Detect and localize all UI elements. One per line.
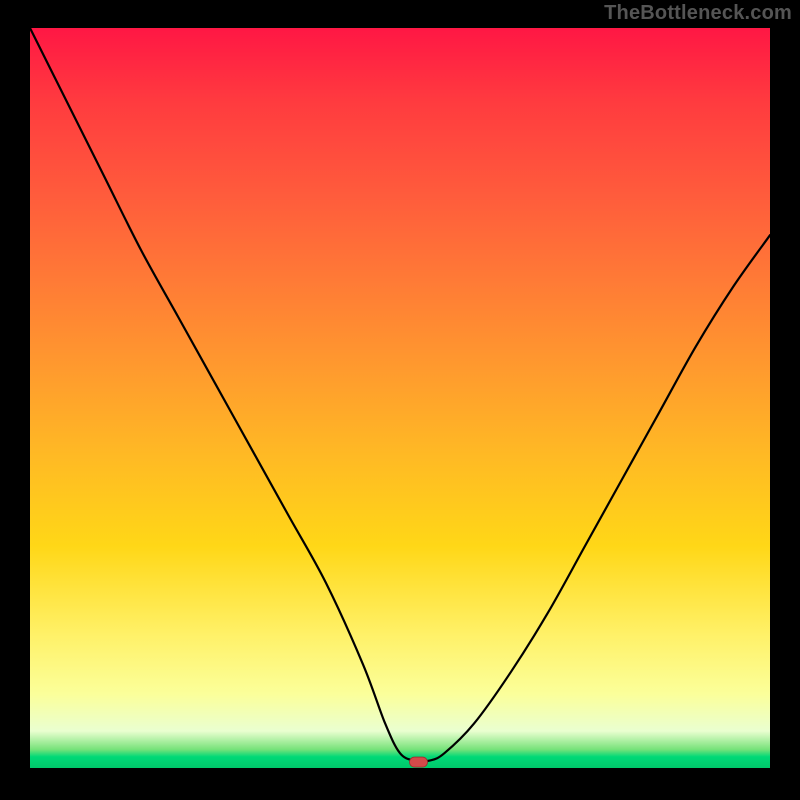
plot-area [30,28,770,768]
curve-svg [30,28,770,768]
chart-frame: TheBottleneck.com [0,0,800,800]
watermark-text: TheBottleneck.com [604,2,792,25]
bottleneck-curve [30,28,770,762]
min-marker [410,757,428,767]
